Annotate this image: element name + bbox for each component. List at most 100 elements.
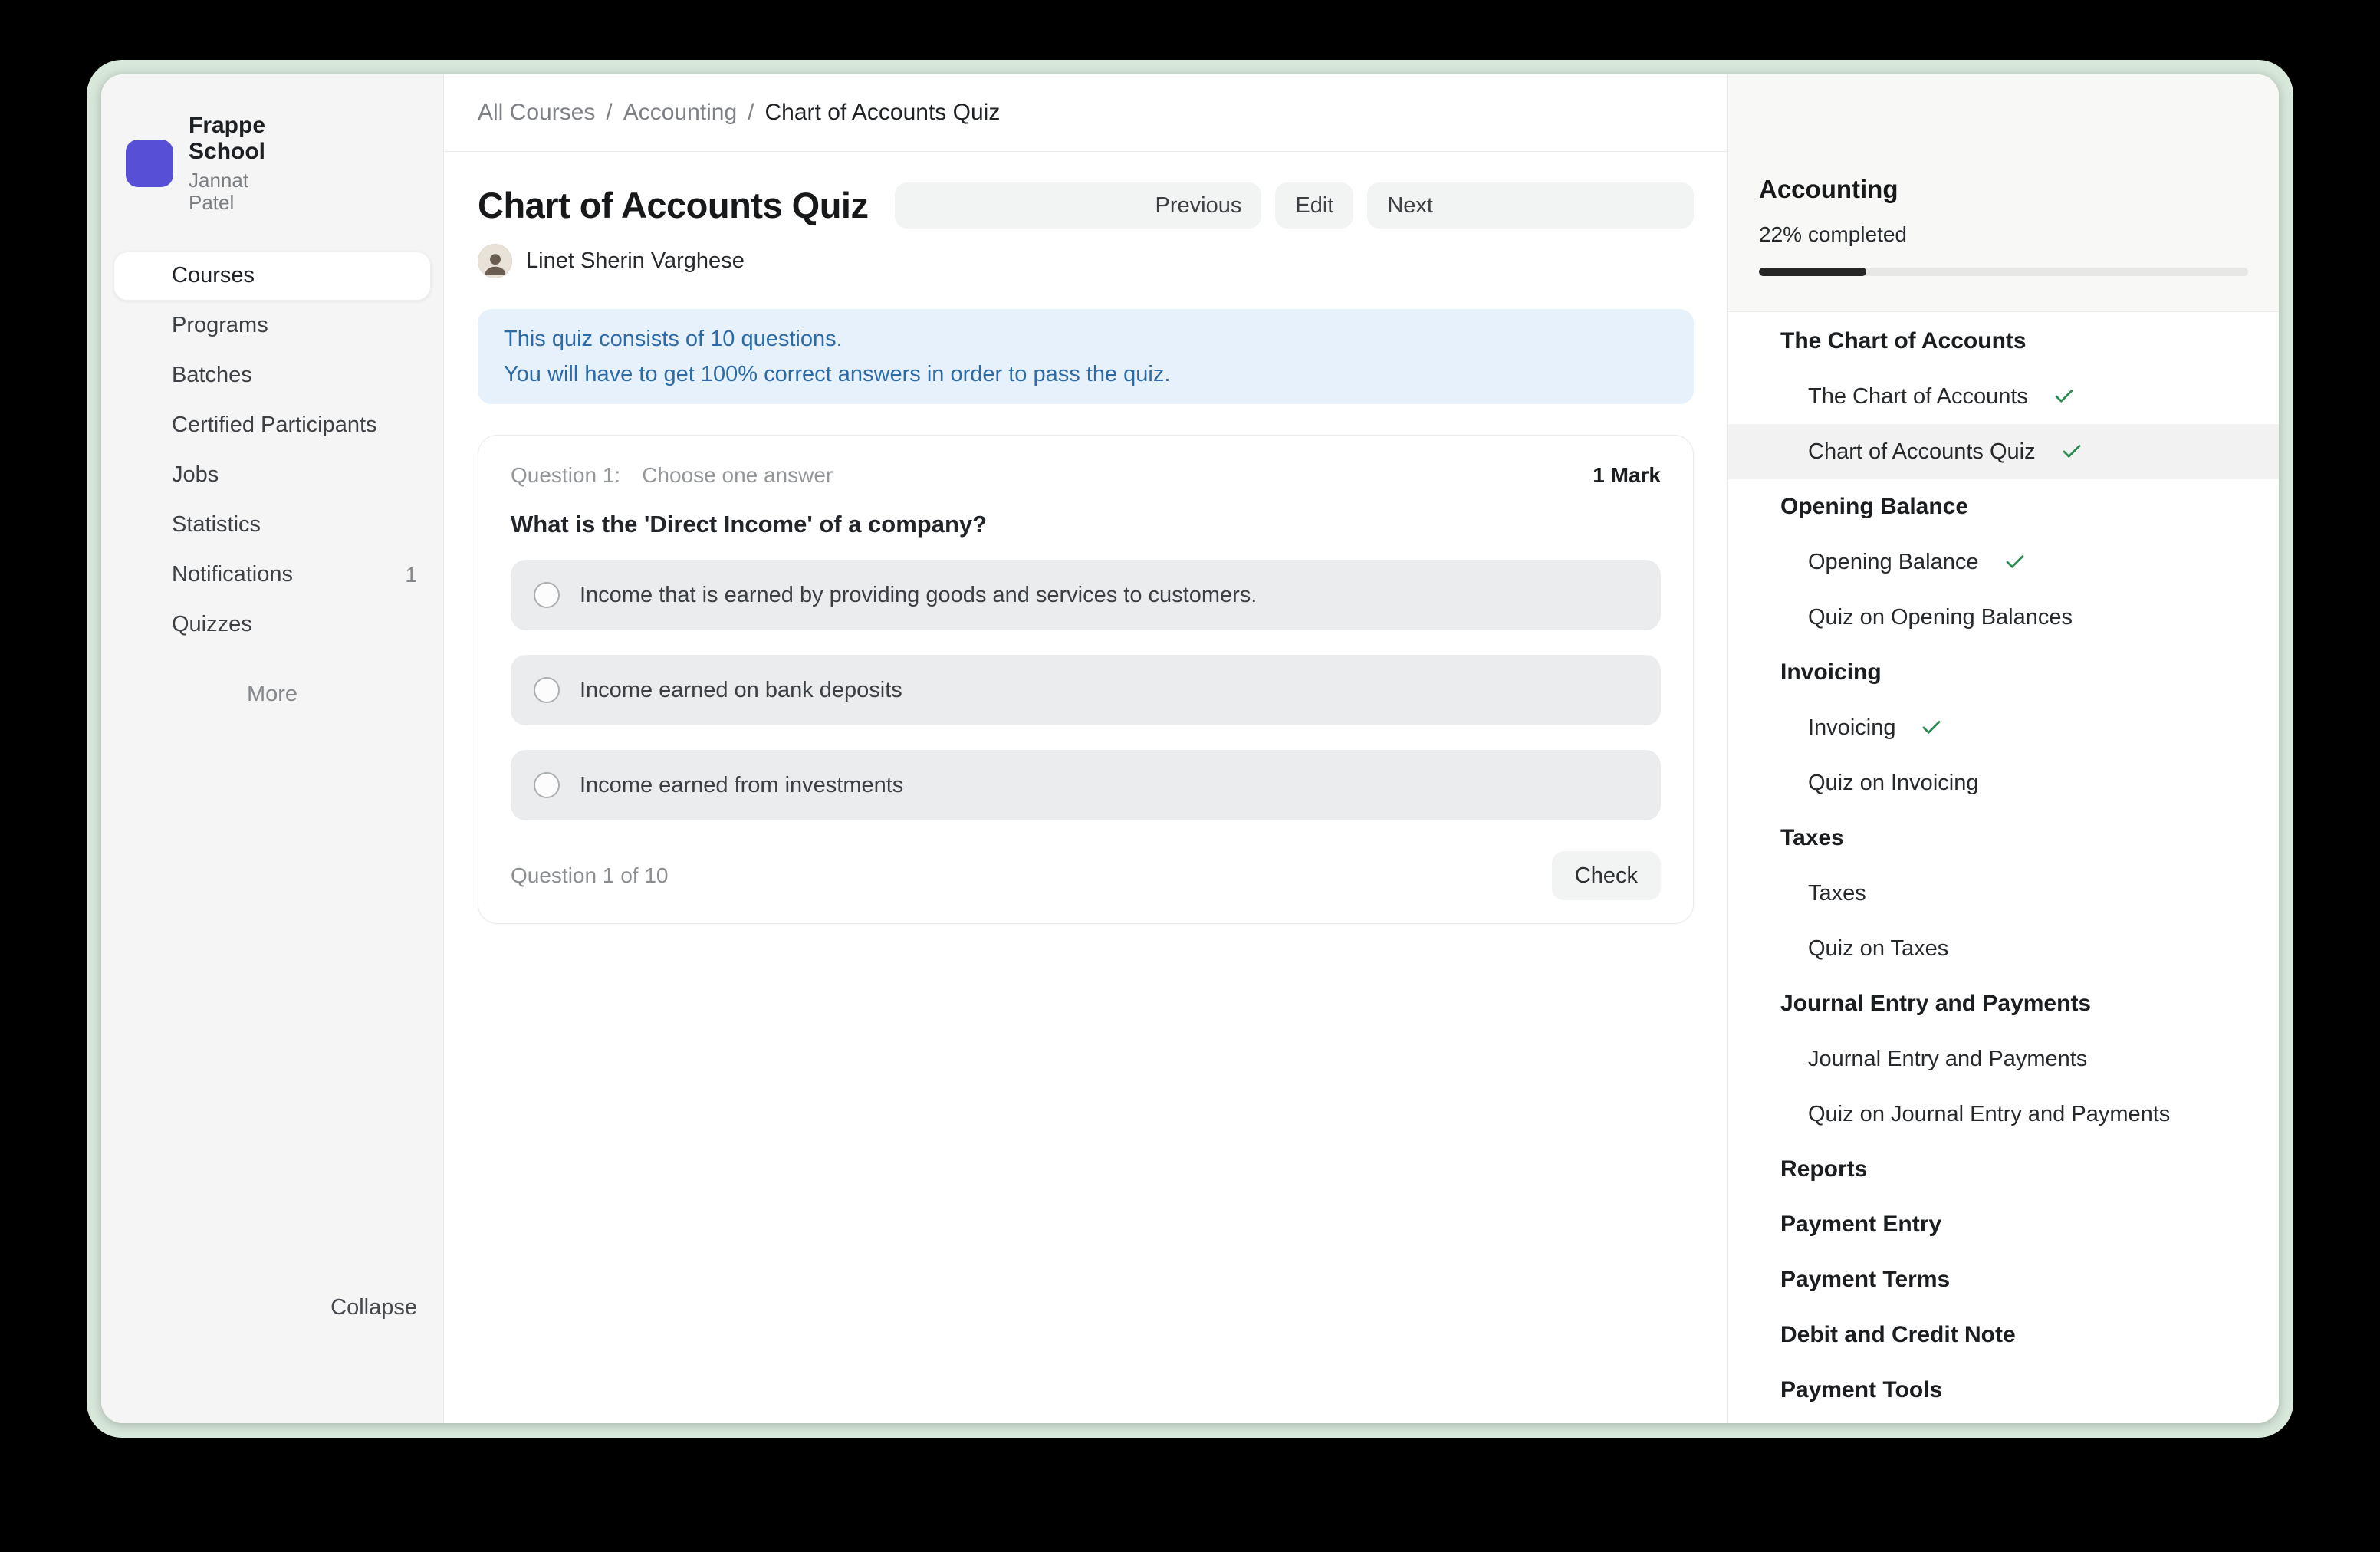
help-circle-icon	[1767, 935, 1793, 962]
outline-item-label: The Chart of Accounts	[1808, 384, 2028, 409]
outline-item-label: Quiz on Invoicing	[1808, 771, 1978, 796]
outline-item-invoicing[interactable]: Invoicing	[1728, 700, 2279, 755]
sidebar-item-label: Courses	[172, 263, 255, 288]
outline-section-the-chart-of-accounts[interactable]: The Chart of Accounts	[1728, 314, 2279, 369]
brand-name: Frappe School	[189, 113, 278, 166]
breadcrumb-link[interactable]: Accounting	[623, 100, 737, 126]
answer-option-1[interactable]: Income that is earned by providing goods…	[511, 560, 1661, 630]
author-name: Linet Sherin Varghese	[526, 248, 745, 274]
sidebar-item-label: Quizzes	[172, 612, 252, 637]
sidebar: Frappe School Jannat Patel Courses Progr…	[101, 74, 444, 1423]
outline-section-opening-balance[interactable]: Opening Balance	[1728, 479, 2279, 534]
course-outline: The Chart of Accounts The Chart of Accou…	[1728, 312, 2279, 1423]
outline-item-opening-balance[interactable]: Opening Balance	[1728, 534, 2279, 590]
sidebar-item-programs[interactable]: Programs	[113, 301, 431, 350]
radio-button[interactable]	[534, 582, 560, 608]
outline-section-journal-entry-and-payments[interactable]: Journal Entry and Payments	[1728, 976, 2279, 1031]
workspace-switcher[interactable]: Frappe School Jannat Patel	[101, 74, 443, 247]
outline-section-title: Reports	[1780, 1156, 1867, 1182]
outline-item-chart-of-accounts-quiz[interactable]: Chart of Accounts Quiz	[1728, 424, 2279, 479]
check-button[interactable]: Check	[1552, 851, 1661, 900]
outline-section-title: Payment Terms	[1780, 1267, 1950, 1293]
sidebar-item-label: Statistics	[172, 512, 261, 538]
answer-options: Income that is earned by providing goods…	[511, 560, 1661, 820]
window-frame: Frappe School Jannat Patel Courses Progr…	[87, 60, 2293, 1438]
main-area: All Courses / Accounting / Chart of Accounts…	[444, 74, 1727, 1423]
outline-section-payment-terms[interactable]: Payment Terms	[1728, 1252, 2279, 1307]
sidebar-item-courses[interactable]: Courses	[113, 252, 431, 301]
course-completed-label: 22% completed	[1759, 222, 2248, 248]
outline-section-title: Payment Tools	[1780, 1377, 1942, 1403]
question-header: Question 1: Choose one answer 1 Mark	[511, 460, 1661, 491]
monitor-play-icon	[1767, 880, 1793, 906]
outline-item-quiz-on-invoicing[interactable]: Quiz on Invoicing	[1728, 755, 2279, 811]
sidebar-nav: Courses Programs Batches Certified Parti…	[101, 247, 443, 650]
outline-section-payment-tools[interactable]: Payment Tools	[1728, 1363, 2279, 1418]
answer-option-2[interactable]: Income earned on bank deposits	[511, 655, 1661, 725]
outline-section-invoicing[interactable]: Invoicing	[1728, 645, 2279, 700]
radio-button[interactable]	[534, 772, 560, 798]
chevron-down-icon[interactable]	[294, 99, 423, 229]
outline-section-title: Journal Entry and Payments	[1780, 991, 2091, 1017]
breadcrumb-link[interactable]: All Courses	[478, 100, 595, 126]
outline-item-quiz-on-taxes[interactable]: Quiz on Taxes	[1728, 921, 2279, 976]
edit-button[interactable]: Edit	[1275, 182, 1353, 229]
outline-section-debit-and-credit-note[interactable]: Debit and Credit Note	[1728, 1307, 2279, 1363]
answer-option-3[interactable]: Income earned from investments	[511, 750, 1661, 820]
question-text: What is the 'Direct Income' of a company…	[511, 508, 1661, 541]
notice-line-2: You will have to get 100% correct answer…	[504, 357, 1668, 392]
breadcrumb-separator: /	[606, 100, 612, 126]
outline-section-payment-entry[interactable]: Payment Entry	[1728, 1197, 2279, 1252]
outline-item-taxes[interactable]: Taxes	[1728, 866, 2279, 921]
monitor-play-icon	[1767, 1046, 1793, 1072]
help-circle-icon	[1767, 1101, 1793, 1127]
sidebar-item-label: Batches	[172, 363, 252, 388]
next-button[interactable]: Next	[1367, 182, 1694, 229]
outline-item-label: Quiz on Opening Balances	[1808, 605, 2073, 630]
quiz-notice-banner: This quiz consists of 10 questions. You …	[478, 309, 1694, 404]
outline-item-label: Opening Balance	[1808, 550, 1979, 575]
course-panel-header: Accounting 22% completed	[1728, 74, 2279, 312]
brand-text: Frappe School Jannat Patel	[189, 113, 278, 215]
outline-section-taxes[interactable]: Taxes	[1728, 811, 2279, 866]
breadcrumb-current: Chart of Accounts Quiz	[765, 100, 1001, 126]
question-hint: Choose one answer	[642, 463, 833, 488]
frappe-school-logo	[126, 140, 173, 187]
outline-item-journal-entry-and-payments[interactable]: Journal Entry and Payments	[1728, 1031, 2279, 1087]
sidebar-item-certified-participants[interactable]: Certified Participants	[113, 401, 431, 450]
plus-icon[interactable]	[316, 644, 417, 745]
collapse-sidebar-button[interactable]: Collapse	[101, 1215, 443, 1423]
graduation-cap-icon	[127, 413, 153, 439]
outline-item-quiz-on-journal-entry-and-payments[interactable]: Quiz on Journal Entry and Payments	[1728, 1087, 2279, 1142]
outline-item-label: Quiz on Journal Entry and Payments	[1808, 1102, 2170, 1127]
chevron-down-icon	[1747, 497, 1767, 517]
users-icon	[127, 363, 153, 389]
more-label: More	[247, 682, 298, 707]
outline-section-title: Debit and Credit Note	[1780, 1322, 2016, 1348]
sidebar-item-more[interactable]: More	[113, 670, 431, 719]
sidebar-item-statistics[interactable]: Statistics	[113, 501, 431, 550]
sidebar-item-batches[interactable]: Batches	[113, 351, 431, 400]
outline-section-title: Invoicing	[1780, 659, 1882, 686]
check-icon	[1920, 716, 1943, 739]
chevron-down-icon	[1747, 663, 1767, 682]
sidebar-item-quizzes[interactable]: Quizzes	[113, 600, 431, 649]
breadcrumb-separator: /	[748, 100, 754, 126]
sidebar-item-jobs[interactable]: Jobs	[113, 451, 431, 500]
breadcrumb: All Courses / Accounting / Chart of Accounts…	[444, 74, 1727, 152]
chevron-right-icon	[1747, 1380, 1767, 1400]
check-icon	[2060, 440, 2083, 463]
monitor-play-icon	[1767, 715, 1793, 741]
chevron-down-icon	[1747, 994, 1767, 1014]
outline-section-reports[interactable]: Reports	[1728, 1142, 2279, 1197]
radio-button[interactable]	[534, 677, 560, 703]
help-circle-icon	[127, 612, 153, 638]
sidebar-item-notifications[interactable]: Notifications 1	[113, 551, 431, 600]
sidebar-item-label: Programs	[172, 313, 268, 338]
app-window: Frappe School Jannat Patel Courses Progr…	[101, 74, 2279, 1423]
monitor-play-icon	[1767, 383, 1793, 409]
sidebar-item-label: Jobs	[172, 462, 219, 488]
previous-button[interactable]: Previous	[895, 182, 1262, 229]
outline-item-quiz-on-opening-balances[interactable]: Quiz on Opening Balances	[1728, 590, 2279, 645]
outline-item-the-chart-of-accounts[interactable]: The Chart of Accounts	[1728, 369, 2279, 424]
